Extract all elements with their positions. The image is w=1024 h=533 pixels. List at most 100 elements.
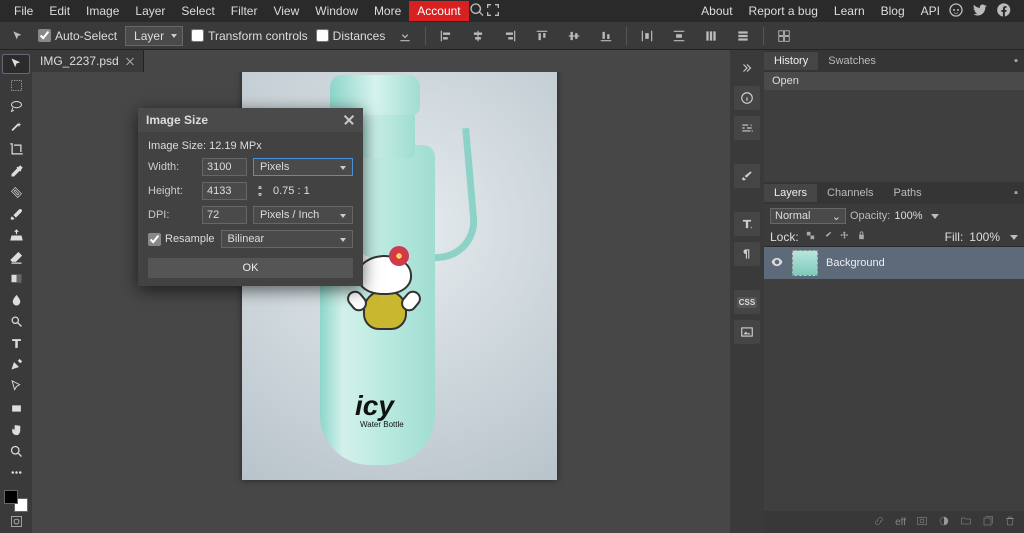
tool-more[interactable] — [2, 463, 30, 483]
width-input[interactable] — [202, 158, 247, 176]
tool-pen[interactable] — [2, 355, 30, 375]
menu-layer[interactable]: Layer — [127, 1, 173, 21]
tool-dodge[interactable] — [2, 312, 30, 332]
brush-panel-icon[interactable] — [734, 164, 760, 188]
tab-channels[interactable]: Channels — [817, 184, 883, 202]
character-panel-icon[interactable] — [734, 212, 760, 236]
new-layer-icon[interactable] — [982, 515, 994, 530]
menu-select[interactable]: Select — [173, 1, 222, 21]
blend-mode-dropdown[interactable]: Normal⌄ — [770, 208, 846, 224]
tool-path-select[interactable] — [2, 377, 30, 397]
adjustments-panel-icon[interactable] — [734, 116, 760, 140]
opacity-value[interactable]: 100% — [894, 210, 922, 222]
distribute-spacing-v-icon[interactable] — [731, 25, 755, 47]
pixel-grid-icon[interactable] — [772, 25, 796, 47]
tool-blur[interactable] — [2, 291, 30, 311]
layer-mask-icon[interactable] — [916, 515, 928, 530]
tool-shape[interactable] — [2, 398, 30, 418]
facebook-icon[interactable] — [996, 2, 1012, 21]
layer-name[interactable]: Background — [826, 257, 885, 269]
history-item[interactable]: Open — [764, 72, 1024, 90]
tab-swatches[interactable]: Swatches — [818, 52, 886, 70]
tab-paths[interactable]: Paths — [884, 184, 932, 202]
tool-crop[interactable] — [2, 140, 30, 160]
layer-visibility-icon[interactable] — [770, 255, 784, 272]
resample-method-dropdown[interactable]: Bilinear — [221, 230, 353, 248]
close-tab-icon[interactable] — [125, 56, 135, 66]
width-unit-dropdown[interactable]: Pixels — [253, 158, 353, 176]
lock-transparency-icon[interactable] — [805, 230, 816, 244]
search-icon[interactable] — [469, 2, 485, 21]
tool-lasso[interactable] — [2, 97, 30, 117]
distances-checkbox[interactable]: Distances — [316, 29, 386, 43]
menu-blog[interactable]: Blog — [873, 1, 913, 21]
tool-quickmask[interactable] — [2, 512, 30, 532]
lock-all-icon[interactable] — [856, 230, 867, 244]
transform-controls-checkbox[interactable]: Transform controls — [191, 29, 308, 43]
delete-layer-icon[interactable] — [1004, 515, 1016, 530]
css-panel-icon[interactable]: CSS — [734, 290, 760, 314]
adjustment-layer-icon[interactable] — [938, 515, 950, 530]
constrain-proportions-icon[interactable] — [253, 184, 267, 198]
align-middle-v-icon[interactable] — [562, 25, 586, 47]
tool-hand[interactable] — [2, 420, 30, 440]
menu-report-bug[interactable]: Report a bug — [741, 1, 826, 21]
menu-edit[interactable]: Edit — [41, 1, 78, 21]
dialog-close-icon[interactable] — [343, 114, 355, 126]
fill-value[interactable]: 100% — [969, 230, 1000, 244]
image-panel-icon[interactable] — [734, 320, 760, 344]
align-bottom-icon[interactable] — [594, 25, 618, 47]
menu-filter[interactable]: Filter — [223, 1, 266, 21]
ok-button[interactable]: OK — [148, 258, 353, 278]
layers-panel-menu-icon[interactable]: ▪ — [1008, 187, 1024, 199]
lock-position-icon[interactable] — [839, 230, 850, 244]
distribute-v-icon[interactable] — [667, 25, 691, 47]
tool-gradient[interactable] — [2, 269, 30, 289]
menu-api[interactable]: API — [913, 1, 948, 21]
info-panel-icon[interactable] — [734, 86, 760, 110]
reddit-icon[interactable] — [948, 2, 964, 21]
tool-wand[interactable] — [2, 119, 30, 139]
opacity-dropdown-icon[interactable] — [931, 214, 939, 219]
download-icon[interactable] — [393, 25, 417, 47]
fullscreen-icon[interactable] — [485, 2, 501, 21]
tool-rect-select[interactable] — [2, 76, 30, 96]
menu-about[interactable]: About — [693, 1, 740, 21]
tool-move[interactable] — [2, 54, 30, 74]
tab-layers[interactable]: Layers — [764, 184, 817, 202]
lock-image-icon[interactable] — [822, 230, 833, 244]
distribute-spacing-h-icon[interactable] — [699, 25, 723, 47]
fill-dropdown-icon[interactable] — [1010, 235, 1018, 240]
menu-more[interactable]: More — [366, 1, 409, 21]
auto-select-checkbox[interactable]: Auto-Select — [38, 29, 117, 43]
menu-file[interactable]: File — [6, 1, 41, 21]
align-top-icon[interactable] — [530, 25, 554, 47]
dpi-unit-dropdown[interactable]: Pixels / Inch — [253, 206, 353, 224]
paragraph-panel-icon[interactable] — [734, 242, 760, 266]
tool-brush[interactable] — [2, 205, 30, 225]
tool-eraser[interactable] — [2, 248, 30, 268]
canvas-viewport[interactable]: icy Water Bottle — [32, 72, 730, 533]
resample-checkbox[interactable]: Resample — [148, 233, 215, 246]
twitter-icon[interactable] — [972, 2, 988, 21]
new-group-icon[interactable] — [960, 515, 972, 530]
tab-history[interactable]: History — [764, 52, 818, 70]
menu-image[interactable]: Image — [78, 1, 127, 21]
menu-view[interactable]: View — [265, 1, 307, 21]
tool-zoom[interactable] — [2, 441, 30, 461]
dialog-titlebar[interactable]: Image Size — [138, 108, 363, 132]
tool-type[interactable] — [2, 334, 30, 354]
dpi-input[interactable] — [202, 206, 247, 224]
foreground-color-swatch[interactable] — [4, 490, 18, 504]
document-tab[interactable]: IMG_2237.psd — [32, 50, 144, 72]
history-panel-menu-icon[interactable]: ▪ — [1008, 55, 1024, 67]
menu-learn[interactable]: Learn — [826, 1, 873, 21]
tool-healing[interactable] — [2, 183, 30, 203]
distribute-h-icon[interactable] — [635, 25, 659, 47]
align-left-icon[interactable] — [434, 25, 458, 47]
collapse-sidebar-icon[interactable] — [734, 56, 760, 80]
align-right-icon[interactable] — [498, 25, 522, 47]
color-swatches[interactable] — [4, 490, 28, 511]
menu-window[interactable]: Window — [307, 1, 366, 21]
menu-account[interactable]: Account — [409, 1, 468, 21]
